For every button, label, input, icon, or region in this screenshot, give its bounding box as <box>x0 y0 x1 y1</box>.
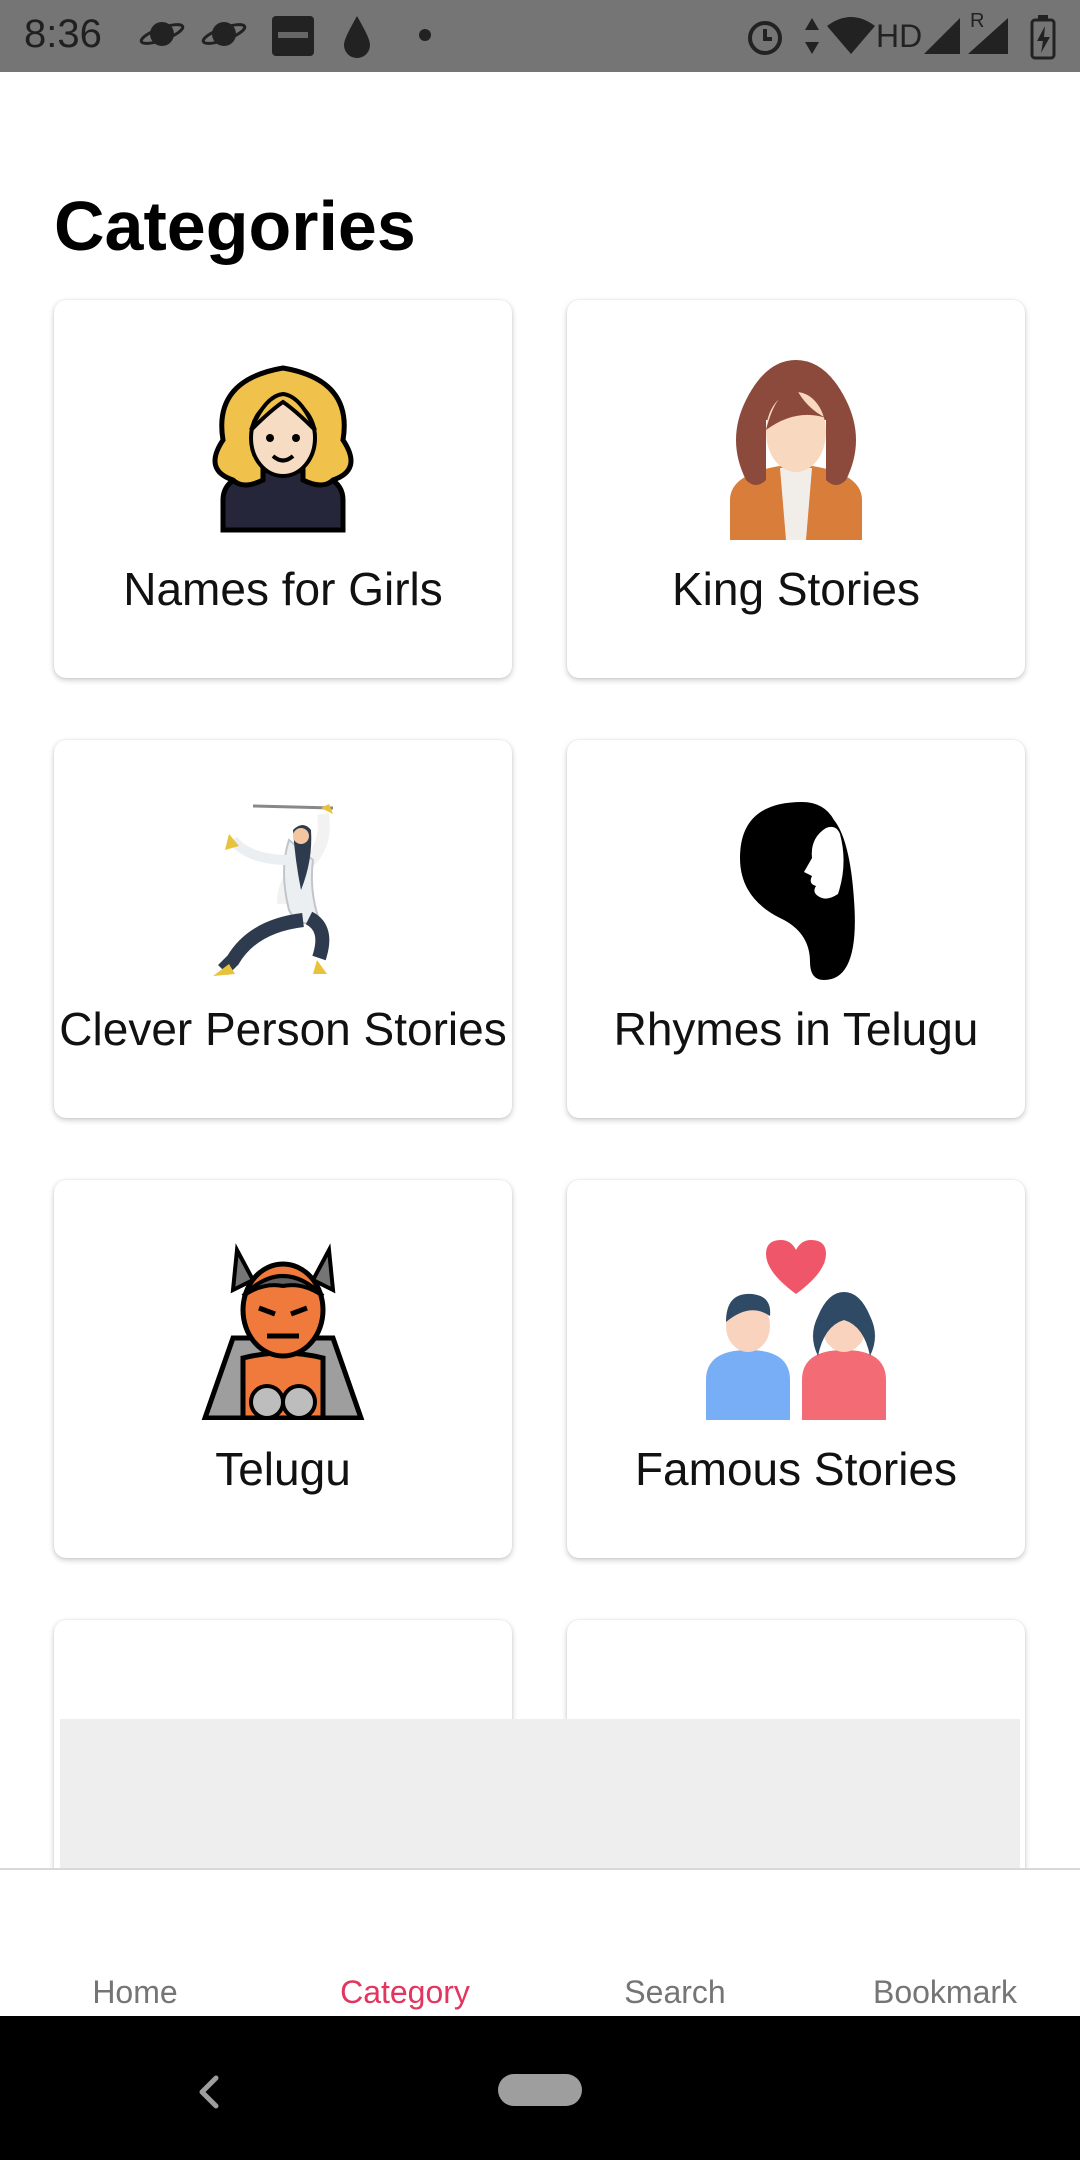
category-label: Famous Stories <box>634 1443 958 1495</box>
signal-icon <box>924 18 960 54</box>
category-card-rhymes-in-telugu[interactable]: Rhymes in Telugu <box>567 740 1025 1118</box>
category-label: King Stories <box>671 563 920 615</box>
nav-category[interactable]: Category <box>270 1974 540 2011</box>
category-label: Telugu <box>215 1443 351 1495</box>
category-label: Rhymes in Telugu <box>613 1003 979 1055</box>
alarm-icon <box>748 21 782 55</box>
category-label: Clever Person Stories <box>59 1003 507 1055</box>
planet-app-icon <box>201 22 247 46</box>
network-type-label: HD <box>876 18 923 54</box>
nav-bookmark[interactable]: Bookmark <box>810 1974 1080 2011</box>
category-card-names-for-girls[interactable]: Names for Girls <box>54 300 512 678</box>
category-card-clever-person-stories[interactable]: Clever Person Stories <box>54 740 512 1118</box>
blonde-girl-icon <box>212 365 354 533</box>
status-bar: 8:36 HD R <box>0 0 1080 72</box>
nav-home[interactable]: Home <box>0 1974 270 2011</box>
category-label: Names for Girls <box>123 563 443 615</box>
nav-search[interactable]: Search <box>540 1974 810 2011</box>
battery-charging-icon <box>1030 15 1056 60</box>
home-pill-button[interactable] <box>498 2074 582 2106</box>
woman-brown-hair-icon <box>730 360 862 540</box>
face-silhouette-icon <box>740 802 855 980</box>
category-card-king-stories[interactable]: King Stories <box>567 300 1025 678</box>
wifi-icon <box>827 17 875 54</box>
couple-heart-icon <box>706 1240 886 1420</box>
ifttt-icon <box>272 16 314 56</box>
martial-artist-icon <box>213 804 334 976</box>
water-drop-icon <box>344 16 370 58</box>
page-title: Categories <box>54 187 416 265</box>
signal-icon <box>968 18 1008 54</box>
category-card-telugu[interactable]: Telugu <box>54 1180 512 1558</box>
dot-icon <box>419 29 431 41</box>
bottom-navigation: Home Category Search Bookmark <box>0 1868 1080 2018</box>
ad-placeholder <box>60 1719 1020 1869</box>
data-arrows-icon <box>805 18 819 54</box>
category-card-famous-stories[interactable]: Famous Stories <box>567 1180 1025 1558</box>
back-chevron-icon[interactable] <box>190 2072 230 2112</box>
demon-icon <box>201 1243 365 1420</box>
planet-app-icon <box>139 22 185 46</box>
clock: 8:36 <box>24 12 102 56</box>
